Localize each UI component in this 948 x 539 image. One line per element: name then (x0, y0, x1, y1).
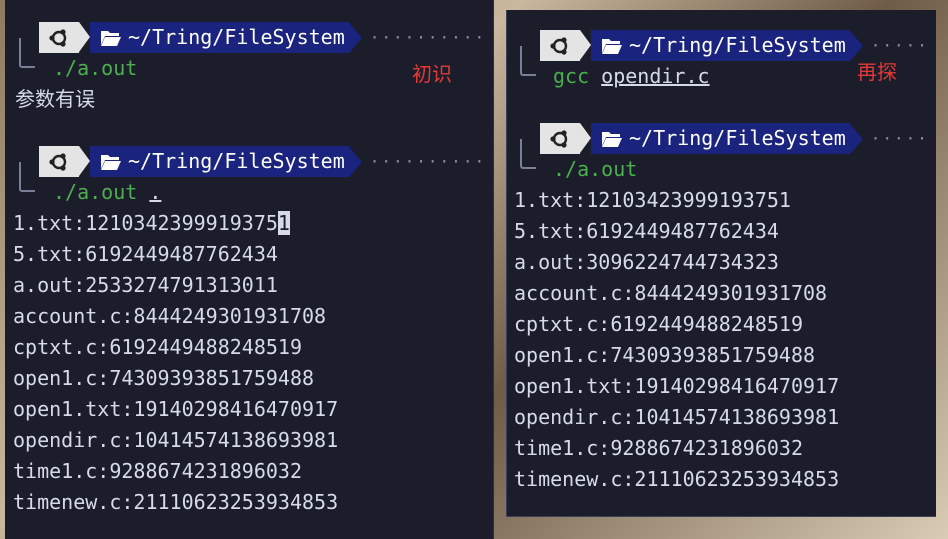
command-text: ./a.out (553, 157, 638, 181)
output-line: open1.txt:19140298416470917 (514, 374, 840, 398)
output-line: opendir.c:10414574138693981 (13, 428, 339, 452)
command-argument: opendir.c (601, 64, 710, 88)
output-line: 5.txt:6192449487762434 (13, 242, 278, 266)
folder-open-icon (100, 153, 122, 171)
output-line: open1.c:74309393851759488 (13, 366, 315, 390)
command-line: ./a.out . (53, 177, 161, 208)
terminal-cursor: 1 (277, 211, 290, 235)
command-line: gcc opendir.c (553, 61, 710, 92)
ubuntu-icon (540, 30, 580, 61)
right-terminal-window[interactable]: ~/Tring/FileSystem ····· gcc opendir.c 再… (506, 10, 936, 517)
ubuntu-icon (39, 146, 79, 177)
output-line: a.out:3096224744734323 (514, 250, 779, 274)
output-line: cptxt.c:6192449488248519 (514, 312, 803, 336)
output-line: account.c:8444249301931708 (13, 304, 327, 328)
path-segment: ~/Tring/FileSystem (591, 30, 850, 61)
folder-open-icon (601, 37, 623, 55)
output-line: cptxt.c:6192449488248519 (13, 335, 302, 359)
output-line: timenew.c:21110623253934853 (514, 467, 840, 491)
output-line: 1.txt:12103423999193751 (13, 211, 290, 235)
prompt-line: ~/Tring/FileSystem ····· (540, 123, 929, 154)
output-list: 1.txt:12103423999193751 5.txt:6192449487… (13, 208, 338, 518)
prompt-line: ~/Tring/FileSystem ·········· (39, 22, 486, 53)
output-line: opendir.c:10414574138693981 (514, 405, 840, 429)
path-segment: ~/Tring/FileSystem (90, 22, 349, 53)
output-line: a.out:2533274791313011 (13, 273, 278, 297)
output-line: open1.c:74309393851759488 (514, 343, 816, 367)
left-terminal-window[interactable]: ~/Tring/FileSystem ·········· ./a.out 初识… (5, 0, 494, 539)
ubuntu-icon (540, 123, 580, 154)
output-line: 5.txt:6192449487762434 (514, 219, 779, 243)
ubuntu-icon (39, 22, 79, 53)
prompt-line: ~/Tring/FileSystem ·········· (39, 146, 486, 177)
command-text: ./a.out (53, 56, 138, 80)
path-segment: ~/Tring/FileSystem (591, 123, 850, 154)
annotation-label: 初识 (412, 62, 452, 86)
output-line: account.c:8444249301931708 (514, 281, 828, 305)
path-segment: ~/Tring/FileSystem (90, 146, 349, 177)
output-line: time1.c:9288674231896032 (514, 436, 803, 460)
output-line: open1.txt:19140298416470917 (13, 397, 339, 421)
output-line: 1.txt:12103423999193751 (514, 188, 791, 212)
output-line: timenew.c:21110623253934853 (13, 490, 339, 514)
command-text: gcc (553, 64, 590, 88)
annotation-label: 再探 (857, 60, 897, 84)
folder-open-icon (100, 29, 122, 47)
folder-open-icon (601, 130, 623, 148)
command-text: ./a.out (53, 180, 138, 204)
output-line: time1.c:9288674231896032 (13, 459, 302, 483)
command-argument: . (149, 180, 162, 204)
output-list: 1.txt:12103423999193751 5.txt:6192449487… (514, 185, 839, 495)
error-output: 参数有误 (15, 87, 95, 111)
